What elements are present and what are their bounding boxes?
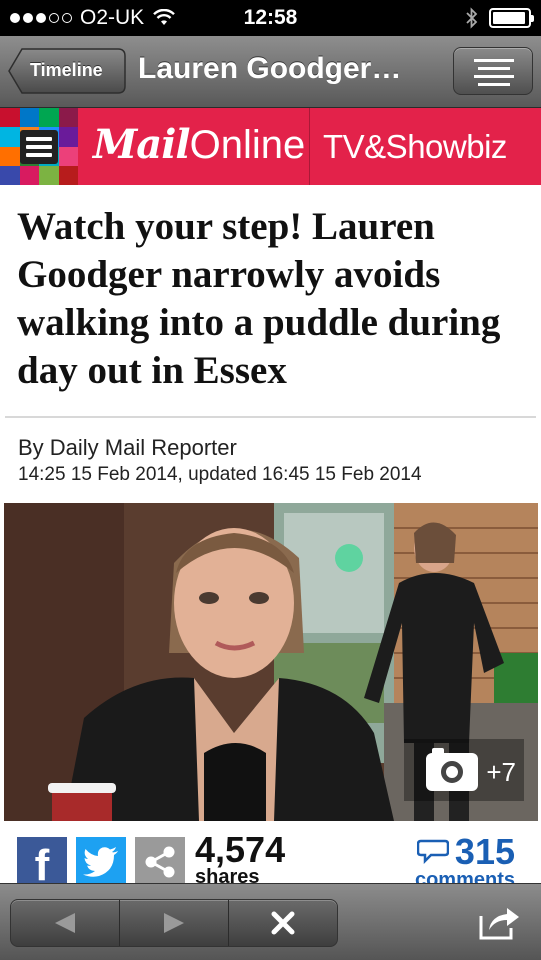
- back-arrow-icon[interactable]: [11, 900, 120, 946]
- headline-divider: [5, 416, 536, 418]
- facebook-icon: f: [34, 841, 50, 883]
- status-right: [465, 7, 534, 29]
- share-count: 4,574: [195, 829, 286, 870]
- reader-icon[interactable]: [453, 47, 533, 95]
- comment-count: 315: [454, 831, 515, 872]
- page-title: Lauren Goodger…: [138, 52, 402, 85]
- browser-controls: [10, 899, 338, 947]
- header-divider: [309, 108, 310, 185]
- share-out-icon[interactable]: [477, 902, 521, 942]
- share-button[interactable]: [135, 837, 185, 883]
- status-time: 12:58: [243, 6, 298, 29]
- forward-arrow-icon[interactable]: [120, 900, 229, 946]
- share-count-label: shares: [195, 866, 260, 883]
- back-button-timeline[interactable]: Timeline: [8, 48, 126, 94]
- article: Watch your step! Lauren Goodger narrowly…: [0, 185, 541, 883]
- share-bar: f 4,574 shares 315 comments: [0, 821, 541, 883]
- logo-online: Online: [189, 123, 306, 167]
- status-bar: O2-UK 12:58: [0, 0, 541, 36]
- article-headline: Watch your step! Lauren Goodger narrowly…: [17, 205, 501, 392]
- battery-fill: [493, 12, 526, 24]
- twitter-share-button[interactable]: [76, 837, 126, 883]
- article-photo[interactable]: +7: [4, 503, 538, 821]
- comments-link[interactable]: 315: [416, 831, 515, 872]
- dateline: 14:25 15 Feb 2014, updated 16:45 15 Feb …: [18, 464, 422, 485]
- camera-icon: [426, 748, 479, 791]
- logo-mail: Mail: [93, 121, 191, 168]
- back-button-label: Timeline: [30, 60, 103, 80]
- facebook-share-button[interactable]: f: [17, 837, 67, 883]
- site-header: MailOnline TV&Showbiz: [0, 108, 541, 185]
- bluetooth-icon: [466, 7, 478, 29]
- section-link[interactable]: TV&Showbiz: [323, 128, 507, 166]
- comment-count-label: comments: [414, 869, 515, 883]
- site-menu-icon[interactable]: [20, 130, 58, 164]
- gallery-badge[interactable]: +7: [426, 748, 516, 791]
- gallery-count: +7: [486, 756, 516, 787]
- byline: By Daily Mail Reporter: [18, 435, 237, 460]
- close-icon[interactable]: [229, 900, 337, 946]
- battery-icon: [489, 8, 534, 28]
- share-nodes-icon: [145, 846, 175, 878]
- comment-bubble-icon: [416, 839, 449, 865]
- bottom-toolbar: [0, 883, 541, 960]
- mailonline-logo[interactable]: MailOnline: [93, 121, 305, 168]
- twitter-icon: [83, 847, 118, 877]
- navigation-bar: Timeline Lauren Goodger…: [0, 36, 541, 108]
